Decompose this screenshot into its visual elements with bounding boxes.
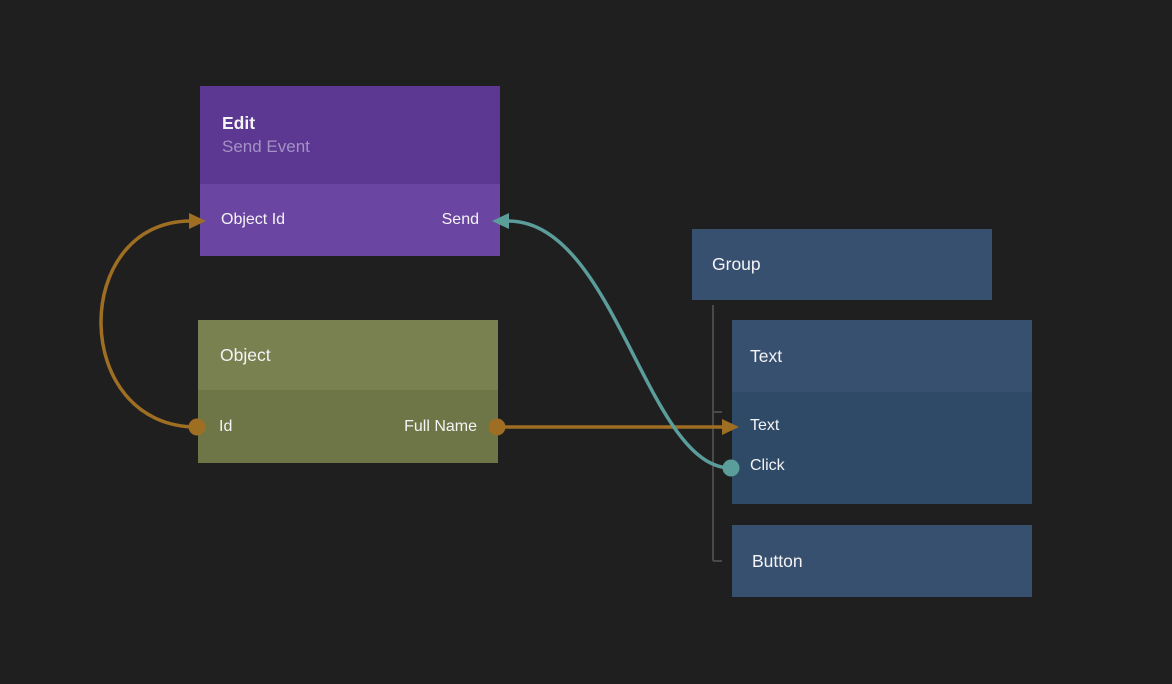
group-tree-line [713,305,722,561]
port-edit-object-id[interactable]: Object Id [221,211,285,229]
node-group[interactable]: Group [692,229,992,300]
node-edit-title: Edit [222,113,478,134]
node-object-title: Object [220,345,271,366]
node-text-ports-section: Text Click [732,392,1032,504]
port-object-id[interactable]: Id [219,418,232,436]
node-text-header: Text [732,320,1032,392]
port-text-text[interactable]: Text [732,406,1032,446]
node-edit[interactable]: Edit Send Event Object Id Send [200,86,500,256]
node-object-ports-section: Id Full Name [198,390,498,463]
node-edit-ports-section: Object Id Send [200,184,500,256]
edge-object-id-to-edit-object-id[interactable] [101,221,197,427]
node-group-title: Group [712,254,761,275]
port-text-click[interactable]: Click [732,446,1032,486]
node-object[interactable]: Object Id Full Name [198,320,498,463]
port-edit-send[interactable]: Send [442,211,479,229]
node-object-header: Object [198,320,498,390]
node-button-title: Button [752,551,803,572]
node-edit-header: Edit Send Event [200,86,500,184]
node-text-title: Text [750,346,782,367]
node-button-header: Button [732,525,1032,597]
port-object-full-name[interactable]: Full Name [404,418,477,436]
node-text[interactable]: Text Text Click [732,320,1032,504]
node-editor-canvas[interactable]: Edit Send Event Object Id Send Object Id… [0,0,1172,684]
node-group-header: Group [692,229,992,300]
node-button[interactable]: Button [732,525,1032,597]
node-edit-subtitle: Send Event [222,137,478,157]
